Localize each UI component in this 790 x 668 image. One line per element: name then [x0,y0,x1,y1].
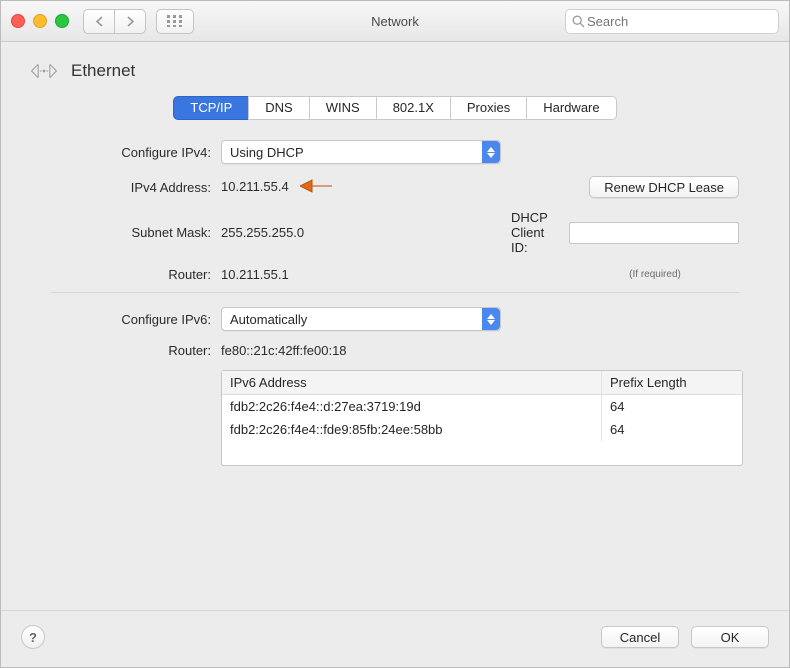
grid-icon [167,15,183,27]
configure-ipv4-value: Using DHCP [230,145,304,160]
tab-proxies[interactable]: Proxies [450,96,526,120]
ipv6-table-header: IPv6 Address Prefix Length [222,371,742,395]
tab-tcpip[interactable]: TCP/IP [173,96,248,120]
configure-ipv6-select[interactable]: Automatically [221,307,501,331]
tab-strip: TCP/IP DNS WINS 802.1X Proxies Hardware [173,96,616,120]
help-button[interactable]: ? [21,625,45,649]
network-advanced-window: Network Ethernet TCP/IP DNS WINS 802.1X [0,0,790,668]
interface-name: Ethernet [71,61,135,81]
renew-dhcp-lease-button[interactable]: Renew DHCP Lease [589,176,739,198]
tab-8021x[interactable]: 802.1X [376,96,450,120]
show-all-button[interactable] [156,9,194,34]
search-field[interactable] [565,9,779,34]
ok-button[interactable]: OK [691,626,769,648]
ipv6-prefix-cell: 64 [602,395,742,418]
dhcp-client-id-label: DHCP Client ID: [511,210,561,255]
configure-ipv6-label: Configure IPv6: [51,312,211,327]
configure-ipv4-label: Configure IPv4: [51,145,211,160]
nav-back-forward [83,9,146,34]
dialog-footer: ? Cancel OK [1,610,789,667]
subnet-mask-label: Subnet Mask: [51,225,211,240]
tab-dns[interactable]: DNS [248,96,308,120]
ipv6-address-table: IPv6 Address Prefix Length fdb2:2c26:f4e… [221,370,743,466]
ipv6-col-address[interactable]: IPv6 Address [222,371,602,394]
dhcp-client-id-input[interactable] [569,222,739,244]
table-row[interactable]: fdb2:2c26:f4e4::fde9:85fb:24ee:58bb 64 [222,418,742,441]
search-icon [572,15,585,28]
traffic-lights [11,14,69,28]
tab-hardware[interactable]: Hardware [526,96,616,120]
tcpip-panel: Configure IPv4: Using DHCP IPv4 Address:… [1,136,789,610]
select-stepper-icon [482,308,500,330]
router-value: 10.211.55.1 [221,267,501,282]
ipv6-addr-cell: fdb2:2c26:f4e4::d:27ea:3719:19d [222,395,602,418]
configure-ipv4-select[interactable]: Using DHCP [221,140,501,164]
cancel-button[interactable]: Cancel [601,626,679,648]
back-button[interactable] [83,9,114,34]
minimize-window-button[interactable] [33,14,47,28]
subnet-mask-value: 255.255.255.0 [221,225,501,240]
router-label: Router: [51,267,211,282]
ipv6-prefix-cell: 64 [602,418,742,441]
router6-value: fe80::21c:42ff:fe00:18 [221,343,739,358]
ethernet-icon [29,60,59,82]
dhcp-client-id-note: (If required) [571,269,739,280]
configure-ipv6-value: Automatically [230,312,307,327]
chevron-left-icon [95,16,104,27]
callout-arrow-icon [300,177,332,198]
router6-label: Router: [51,343,211,358]
select-stepper-icon [482,141,500,163]
ipv6-col-prefix-length[interactable]: Prefix Length [602,371,742,394]
ipv6-addr-cell: fdb2:2c26:f4e4::fde9:85fb:24ee:58bb [222,418,602,441]
titlebar: Network [1,1,789,42]
interface-header: Ethernet [1,42,789,90]
chevron-right-icon [126,16,135,27]
close-window-button[interactable] [11,14,25,28]
ipv4-address-value: 10.211.55.4 [221,178,289,193]
tab-wins[interactable]: WINS [309,96,376,120]
zoom-window-button[interactable] [55,14,69,28]
ipv4-address-label: IPv4 Address: [51,180,211,195]
forward-button[interactable] [114,9,146,34]
table-row[interactable]: fdb2:2c26:f4e4::d:27ea:3719:19d 64 [222,395,742,418]
section-divider [51,292,739,293]
search-input[interactable] [585,13,772,30]
